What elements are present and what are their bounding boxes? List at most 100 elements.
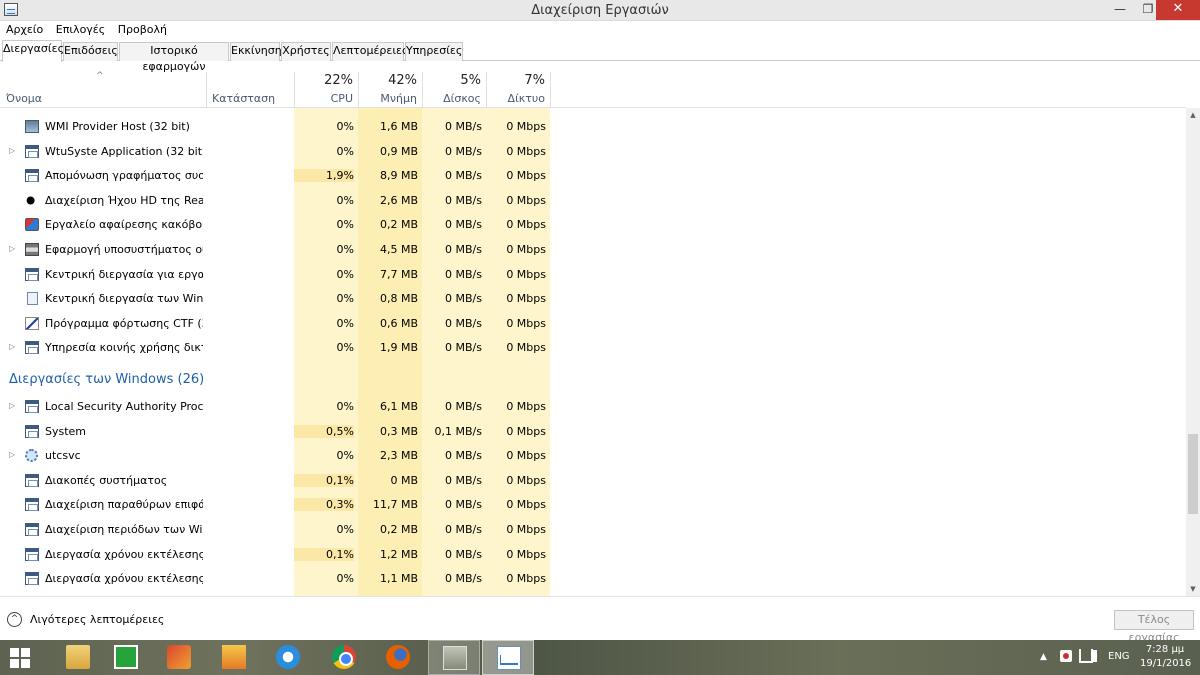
tab-startup[interactable]: Εκκίνηση [230,42,282,61]
end-task-button[interactable]: Τέλος εργασίας [1114,610,1194,644]
network-value: 0 Mbps [506,547,546,561]
tab-app-history[interactable]: Ιστορικό εφαρμογών [119,42,229,73]
window-icon [25,267,39,281]
process-name: System [45,424,87,438]
tab-services[interactable]: Υπηρεσίες [405,42,463,61]
memory-value: 2,6 MB [379,193,418,207]
taskbar-app[interactable] [262,640,314,675]
menu-file[interactable]: Αρχείο [3,21,46,39]
expand-chevron-icon[interactable]: ▷ [9,244,15,253]
network-total[interactable]: 7% [486,73,545,88]
close-button[interactable]: ✕ [1156,0,1200,20]
process-name: Κεντρική διεργασία των Windo... [45,292,203,306]
window-icon [25,144,39,158]
network-value: 0 Mbps [506,498,546,512]
network-value: 0 Mbps [506,169,546,183]
expand-chevron-icon[interactable]: ▷ [9,146,15,155]
column-divider[interactable] [206,72,207,107]
process-row[interactable]: System 0,5% 0,3 MB 0,1 MB/s 0 Mbps [0,420,1186,444]
tab-users[interactable]: Χρήστες [281,42,331,61]
cpu-value: 0% [336,341,354,355]
wmi-icon [25,120,39,133]
process-row[interactable]: Διαχείριση παραθύρων επιφάν... 0,3% 11,7 M… [0,493,1186,517]
network-icon[interactable] [1079,649,1093,663]
disk-value: 0 MB/s [445,144,482,158]
language-indicator[interactable]: ENG [1108,651,1130,675]
process-row[interactable]: ▷ Εφαρμογή υποσυστήματος ου... 0% 4,5 MB 0 M… [0,238,1186,262]
expand-chevron-icon[interactable]: ▷ [9,401,15,410]
volume-icon[interactable] [1093,650,1103,662]
tab-processes[interactable]: Διεργασίες [2,40,64,62]
menu-view[interactable]: Προβολή [115,21,170,39]
vertical-scrollbar[interactable]: ▲ ▼ [1186,108,1200,596]
column-status[interactable]: Κατάσταση [212,92,275,105]
network-value: 0 Mbps [506,449,546,463]
tab-bar: Διεργασίες Επιδόσεις Ιστορικό εφαρμογών … [0,40,1200,73]
taskbar-app[interactable] [52,640,104,675]
taskbar-app[interactable] [318,640,370,675]
disk-total[interactable]: 5% [422,73,481,88]
disk-value: 0 MB/s [445,316,482,330]
tab-details[interactable]: Λεπτομέρειες [332,42,408,61]
expand-chevron-icon[interactable]: ▷ [9,342,15,351]
sort-ascending-icon: ^ [96,71,104,81]
document-icon [27,292,38,306]
group-header-windows-processes[interactable]: Διεργασίες των Windows (26) [9,372,204,387]
process-row[interactable]: Διακοπές συστήματος 0,1% 0 MB 0 MB/s 0 Mbps [0,469,1186,493]
column-disk[interactable]: Δίσκος [422,92,481,105]
taskbar-app[interactable] [153,640,205,675]
process-row[interactable]: Διεργασία χρόνου εκτέλεσης π... 0% 1,1 MB 0… [0,567,1186,591]
column-divider[interactable] [550,72,551,107]
start-button[interactable] [0,640,52,675]
process-row[interactable]: Εργαλείο αφαίρεσης κακόβουλ... 0% 0,2 MB 0 … [0,213,1186,237]
process-row[interactable]: ▷ utcsvc 0% 2,3 MB 0 MB/s 0 Mbps [0,444,1186,468]
process-row[interactable]: WMI Provider Host (32 bit) 0% 1,6 MB 0 MB/s… [0,115,1186,139]
process-row[interactable]: Διεργασία χρόνου εκτέλεσης π... 0,1% 1,2 M… [0,543,1186,567]
disk-value: 0 MB/s [445,341,482,355]
process-row[interactable]: Απομόνωση γραφήματος συσ... 1,9% 8,9 MB 0 M… [0,164,1186,188]
cpu-value: 0,3% [294,498,354,512]
disk-value: 0 MB/s [445,218,482,232]
process-row[interactable]: Διαχείριση περιόδων των Win... 0% 0,2 MB 0 … [0,518,1186,542]
process-row[interactable]: Κεντρική διεργασία για εργασίε... 0% 7,7 M… [0,263,1186,287]
column-name[interactable]: Όνομα [6,92,42,105]
memory-total[interactable]: 42% [358,73,417,88]
scroll-thumb[interactable] [1188,434,1198,514]
column-network[interactable]: Δίκτυο [486,92,545,105]
taskbar-app[interactable] [428,640,480,675]
cpu-value: 0% [336,523,354,536]
cpu-value: 0% [336,449,354,463]
taskbar-app[interactable] [372,640,424,675]
cpu-total[interactable]: 22% [294,73,353,88]
scroll-up-icon[interactable]: ▲ [1186,108,1200,122]
show-hidden-icons[interactable]: ▲ [1040,652,1047,675]
taskbar-app[interactable] [100,640,152,675]
chevron-up-icon[interactable]: ^ [7,612,22,627]
tab-performance[interactable]: Επιδόσεις [63,42,118,61]
process-row[interactable]: ▷ Local Security Authority Process... 0% 6,… [0,395,1186,419]
tool-app-icon [167,645,191,669]
scroll-down-icon[interactable]: ▼ [1186,582,1200,596]
expand-chevron-icon[interactable]: ▷ [9,450,15,459]
taskbar-app[interactable] [208,640,260,675]
start-icon [10,648,30,668]
disk-value: 0 MB/s [445,292,482,306]
process-row[interactable]: ▷ WtuSyste Application (32 bit) 0% 0,9 MB 0 … [0,140,1186,164]
minimize-button[interactable]: — [1106,0,1134,20]
clock[interactable]: 7:28 μμ 19/1/2016 [1140,643,1191,675]
process-row[interactable]: Διαχείριση Ήχου HD της Realtek 0% 2,6 MB 0 … [0,189,1186,213]
disk-value: 0 MB/s [445,547,482,561]
fewer-details-link[interactable]: Λιγότερες λεπτομέρειες [30,613,164,626]
process-row[interactable]: Κεντρική διεργασία των Windo... 0% 0,8 MB 0… [0,287,1186,311]
column-memory[interactable]: Μνήμη [358,92,417,105]
process-row[interactable]: Πρόγραμμα φόρτωσης CTF (3... 0% 0,6 MB 0 MB… [0,312,1186,336]
column-cpu[interactable]: CPU [294,92,353,105]
process-row[interactable]: ▷ Υπηρεσία κοινής χρήσης δικτύ... 0% 1,9 MB… [0,336,1186,360]
network-value: 0 Mbps [506,341,546,355]
window-icon [25,341,39,355]
menu-options[interactable]: Επιλογές [53,21,108,39]
memory-value: 11,7 MB [372,498,418,512]
taskbar-app-task-manager[interactable] [482,640,534,675]
action-center-icon[interactable] [1060,650,1072,662]
memory-value: 6,1 MB [379,400,418,413]
